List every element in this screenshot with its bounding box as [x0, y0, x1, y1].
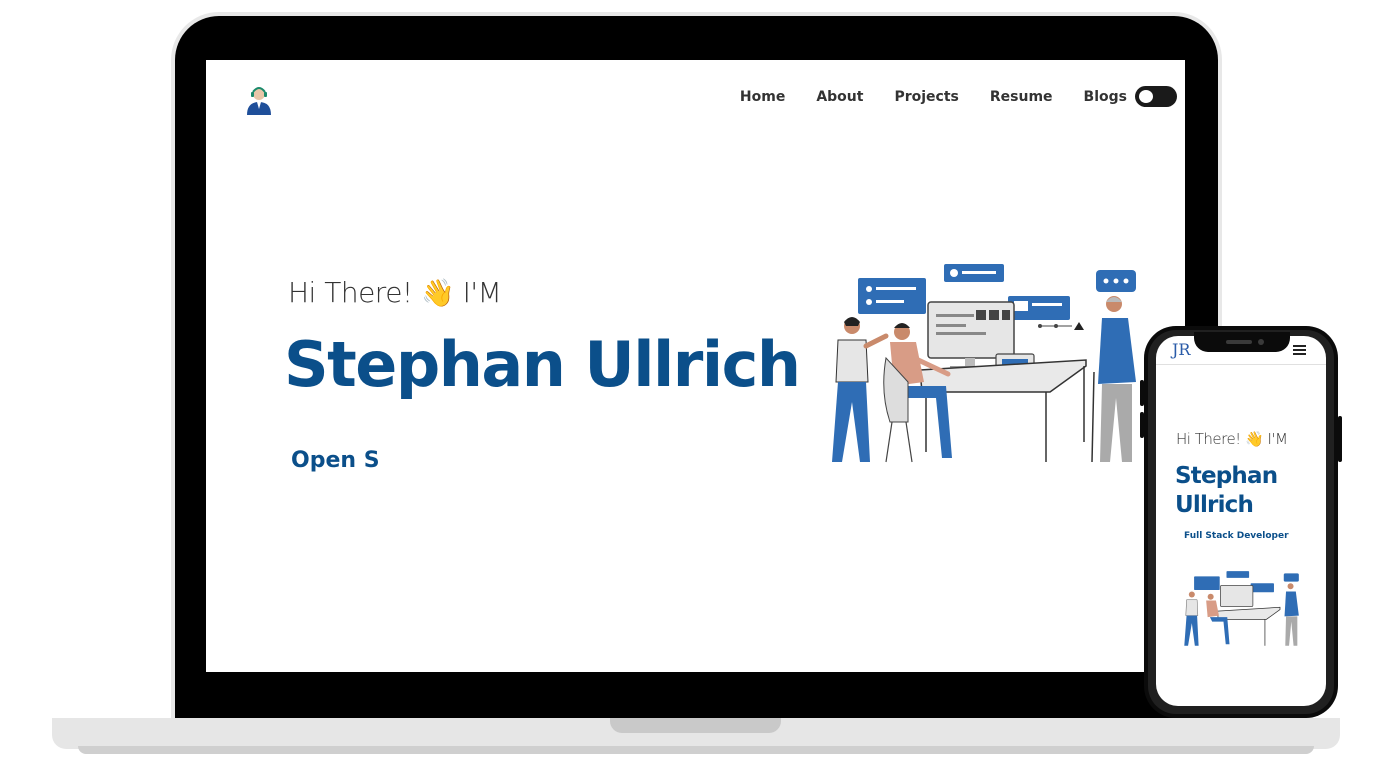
- theme-toggle[interactable]: [1135, 86, 1177, 107]
- phone-power-button: [1338, 416, 1342, 462]
- typewriter-text: Open S: [291, 448, 380, 473]
- phone-site-logo[interactable]: JR: [1172, 340, 1190, 359]
- laptop-screen: Home About Projects Resume Blogs Hi Ther…: [206, 60, 1185, 672]
- nav-resume[interactable]: Resume: [990, 89, 1053, 105]
- avatar-headset-icon[interactable]: [244, 82, 274, 116]
- phone-screen: JR Hi There! 👋 I'M Stephan Ullrich Full …: [1156, 336, 1326, 706]
- phone-header-divider: [1156, 364, 1326, 365]
- greeting-suffix: I'M: [462, 276, 502, 309]
- nav-projects[interactable]: Projects: [894, 89, 958, 105]
- toggle-knob: [1139, 90, 1153, 103]
- phone-greeting: Hi There! 👋 I'M: [1176, 430, 1288, 448]
- nav-blogs[interactable]: Blogs: [1084, 89, 1127, 105]
- hamburger-menu-icon[interactable]: [1293, 345, 1306, 356]
- nav-home[interactable]: Home: [740, 89, 785, 105]
- developers-illustration: [1184, 571, 1299, 646]
- wave-hand-icon: 👋: [1244, 430, 1264, 448]
- hero-greeting: Hi There! 👋 I'M: [288, 276, 502, 309]
- phone-greeting-prefix: Hi There!: [1176, 430, 1241, 448]
- nav-about[interactable]: About: [816, 89, 863, 105]
- phone-speaker: [1226, 340, 1252, 344]
- phone-role: Full Stack Developer: [1184, 531, 1289, 541]
- laptop-notch: [610, 718, 781, 733]
- wave-hand-icon: 👋: [421, 278, 455, 309]
- main-nav: Home About Projects Resume Blogs: [740, 86, 1177, 107]
- phone-hero-name: Stephan Ullrich: [1175, 463, 1278, 518]
- greeting-prefix: Hi There!: [288, 276, 413, 309]
- phone-greeting-suffix: I'M: [1267, 430, 1288, 448]
- laptop-base-shadow: [78, 746, 1314, 754]
- developers-illustration: [832, 264, 1136, 463]
- hero-name: Stephan Ullrich: [284, 328, 801, 401]
- phone-camera: [1258, 339, 1264, 345]
